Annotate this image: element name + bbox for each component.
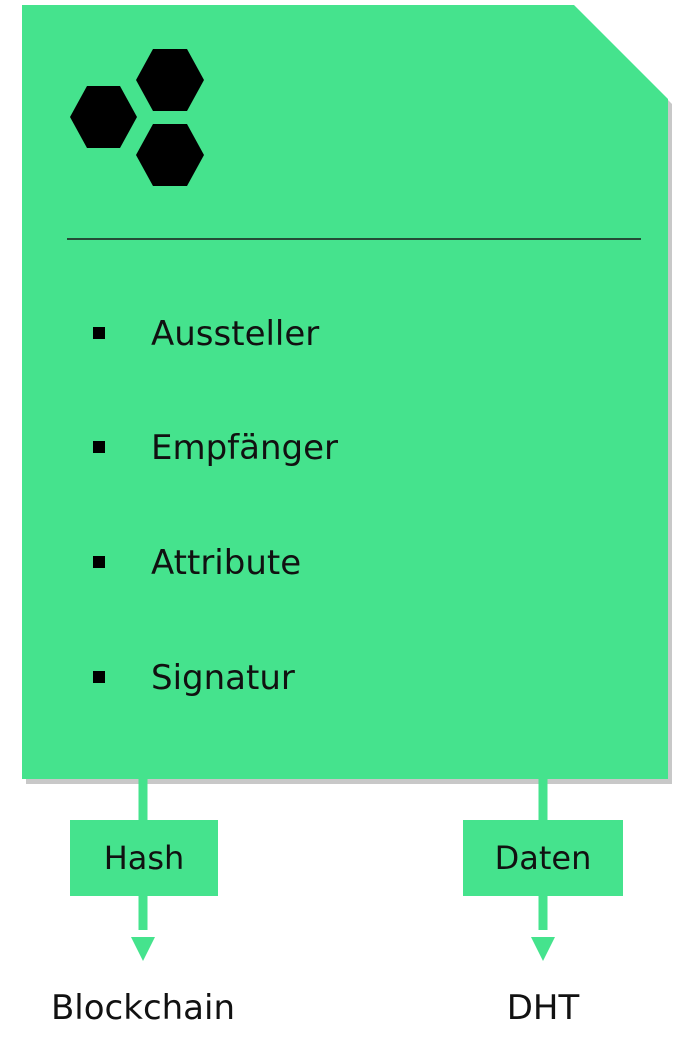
square-bullet-icon [93,441,105,453]
blockchain-label: Blockchain [50,988,236,1028]
arrowhead-dht [531,937,555,961]
square-bullet-icon [93,671,105,683]
dht-label: DHT [506,988,580,1028]
list-item-signatur: Signatur [151,658,295,698]
square-bullet-icon [93,327,105,339]
list-item-attribute: Attribute [151,543,302,583]
hash-tag: Hash [70,820,218,896]
list-item-empfaenger: Empfänger [151,428,339,468]
list-item-aussteller: Aussteller [151,314,320,354]
square-bullet-icon [93,556,105,568]
arrowhead-blockchain [131,937,155,961]
daten-tag: Daten [463,820,623,896]
